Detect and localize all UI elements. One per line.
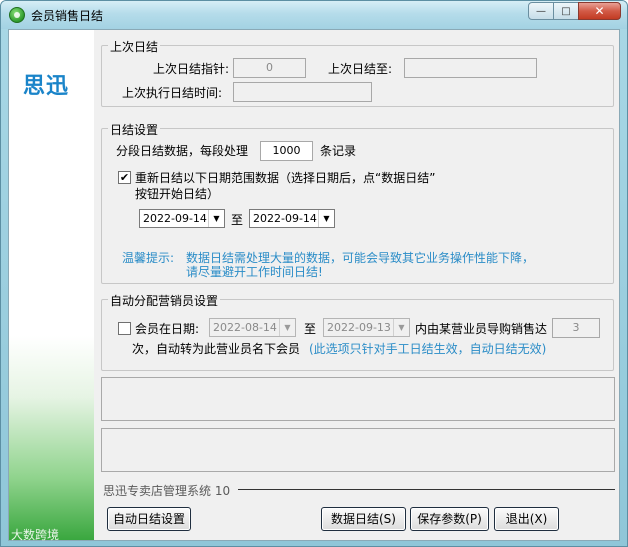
- assign-date-to-select[interactable]: 2022-09-13 ▼: [323, 318, 410, 337]
- tip-line2: 请尽量避开工作时间日结!: [186, 265, 323, 279]
- settle-settings-group: 日结设置 分段日结数据，每段处理 1000 条记录 ✔ 重新日结以下日期范围数据…: [101, 121, 614, 284]
- last-settle-title: 上次日结: [108, 38, 161, 55]
- title-bar: 会员销售日结 — □ ✕: [1, 1, 627, 29]
- auto-assign-note: (此选项只针对手工日结生效，自动日结无效): [309, 342, 547, 356]
- chevron-down-icon[interactable]: ▼: [279, 319, 295, 336]
- auto-assign-checkbox[interactable]: [118, 322, 131, 335]
- last-until-field: [404, 58, 537, 78]
- last-pointer-field: 0: [233, 58, 306, 78]
- last-exec-time-field: [233, 82, 372, 102]
- resettle-text-line1: 重新日结以下日期范围数据（选择日期后，点“数据日结”: [135, 171, 436, 185]
- last-settle-group: 上次日结 上次日结指针: 0 上次日结至: 上次执行日结时间:: [101, 38, 614, 107]
- window-title: 会员销售日结: [31, 9, 104, 23]
- settle-settings-title: 日结设置: [108, 121, 161, 138]
- chevron-down-icon[interactable]: ▼: [393, 319, 409, 336]
- empty-panel-2: [101, 428, 615, 472]
- within-label: 内由某营业员导购销售达: [415, 322, 548, 336]
- maximize-button[interactable]: □: [553, 2, 579, 20]
- watermark: 大数跨境: [11, 528, 60, 542]
- chevron-down-icon[interactable]: ▼: [318, 210, 334, 227]
- minimize-button[interactable]: —: [528, 2, 554, 20]
- system-name: 思迅专卖店管理系统 10: [103, 484, 231, 498]
- resettle-date-to-select[interactable]: 2022-09-14 ▼: [249, 209, 335, 228]
- auto-assign-line2: 次，自动转为此营业员名下会员: [132, 342, 301, 356]
- resettle-checkbox[interactable]: ✔: [118, 171, 131, 184]
- auto-assign-title: 自动分配营销员设置: [108, 292, 221, 309]
- resettle-date-from-value: 2022-09-14: [143, 212, 207, 225]
- footer-separator: [238, 489, 615, 490]
- resettle-text-line2: 按钮开始日结）: [135, 187, 220, 201]
- window-controls: — □ ✕: [528, 2, 621, 21]
- last-pointer-label: 上次日结指针:: [153, 62, 230, 76]
- brand-logo: 思迅: [23, 74, 70, 99]
- assign-date-to-value: 2022-09-13: [327, 321, 391, 334]
- assign-date-from-value: 2022-08-14: [213, 321, 277, 334]
- exit-button[interactable]: 退出(X): [494, 507, 559, 531]
- empty-panel-1: [101, 377, 615, 421]
- tip-label: 温馨提示:: [122, 251, 175, 265]
- chevron-down-icon[interactable]: ▼: [208, 210, 224, 227]
- purchase-count-field[interactable]: 3: [552, 318, 600, 338]
- auto-settle-settings-button[interactable]: 自动日结设置: [107, 507, 191, 531]
- window: 会员销售日结 — □ ✕ 思迅 大数跨境 上次日结 上次日结指针: 0 上次日结…: [0, 0, 628, 547]
- auto-assign-group: 自动分配营销员设置 会员在日期: 2022-08-14 ▼ 至 2022-09-…: [101, 292, 614, 371]
- close-button[interactable]: ✕: [578, 2, 621, 20]
- segment-count-input[interactable]: 1000: [260, 141, 313, 161]
- save-params-button[interactable]: 保存参数(P): [410, 507, 489, 531]
- data-settle-button[interactable]: 数据日结(S): [321, 507, 406, 531]
- segment-unit-label: 条记录: [320, 144, 357, 158]
- app-icon: [9, 7, 25, 23]
- client-area: 思迅 大数跨境 上次日结 上次日结指针: 0 上次日结至: 上次执行日结时间: …: [8, 29, 620, 542]
- sidebar: 思迅 大数跨境: [9, 30, 94, 542]
- last-until-label: 上次日结至:: [328, 62, 393, 76]
- assign-date-from-select[interactable]: 2022-08-14 ▼: [209, 318, 296, 337]
- resettle-date-to-value: 2022-09-14: [253, 212, 317, 225]
- last-exec-time-label: 上次执行日结时间:: [122, 86, 223, 100]
- member-date-label: 会员在日期:: [135, 322, 200, 336]
- segment-label: 分段日结数据，每段处理: [116, 144, 249, 158]
- resettle-date-from-select[interactable]: 2022-09-14 ▼: [139, 209, 225, 228]
- resettle-to-label: 至: [231, 213, 244, 227]
- assign-to-label: 至: [304, 322, 317, 336]
